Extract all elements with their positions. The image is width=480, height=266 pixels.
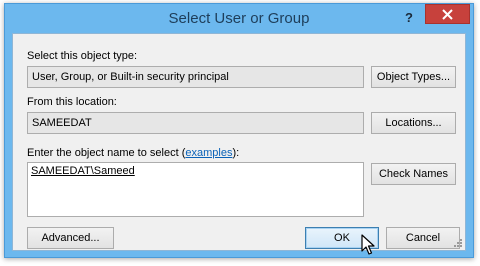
object-type-field: User, Group, or Built-in security princi… xyxy=(27,66,364,88)
object-type-label: Select this object type: xyxy=(27,50,138,62)
dialog-window: Select User or Group ? Select this objec… xyxy=(4,3,474,258)
location-field: SAMEEDAT xyxy=(27,112,364,134)
object-types-button[interactable]: Object Types... xyxy=(371,66,456,88)
check-names-button[interactable]: Check Names xyxy=(371,163,456,185)
dialog-body: Select this object type: User, Group, or… xyxy=(12,33,466,251)
examples-link[interactable]: examples xyxy=(185,147,232,159)
locations-button[interactable]: Locations... xyxy=(371,112,456,134)
cancel-button[interactable]: Cancel xyxy=(386,227,460,249)
close-button[interactable] xyxy=(425,4,470,24)
help-button[interactable]: ? xyxy=(396,8,422,28)
object-name-label-prefix: Enter the object name to select ( xyxy=(27,147,186,159)
resize-grip-icon[interactable] xyxy=(453,238,463,248)
mouse-pointer-icon xyxy=(361,234,375,255)
object-name-label-suffix: ): xyxy=(232,147,240,159)
title-bar[interactable]: Select User or Group ? xyxy=(5,4,473,34)
object-name-input[interactable]: SAMEEDAT\Sameed xyxy=(27,162,364,217)
location-label: From this location: xyxy=(27,96,117,108)
object-name-value: SAMEEDAT\Sameed xyxy=(31,165,135,177)
advanced-button[interactable]: Advanced... xyxy=(27,227,114,249)
object-name-label: Enter the object name to select (example… xyxy=(27,147,239,159)
close-icon xyxy=(442,9,453,20)
